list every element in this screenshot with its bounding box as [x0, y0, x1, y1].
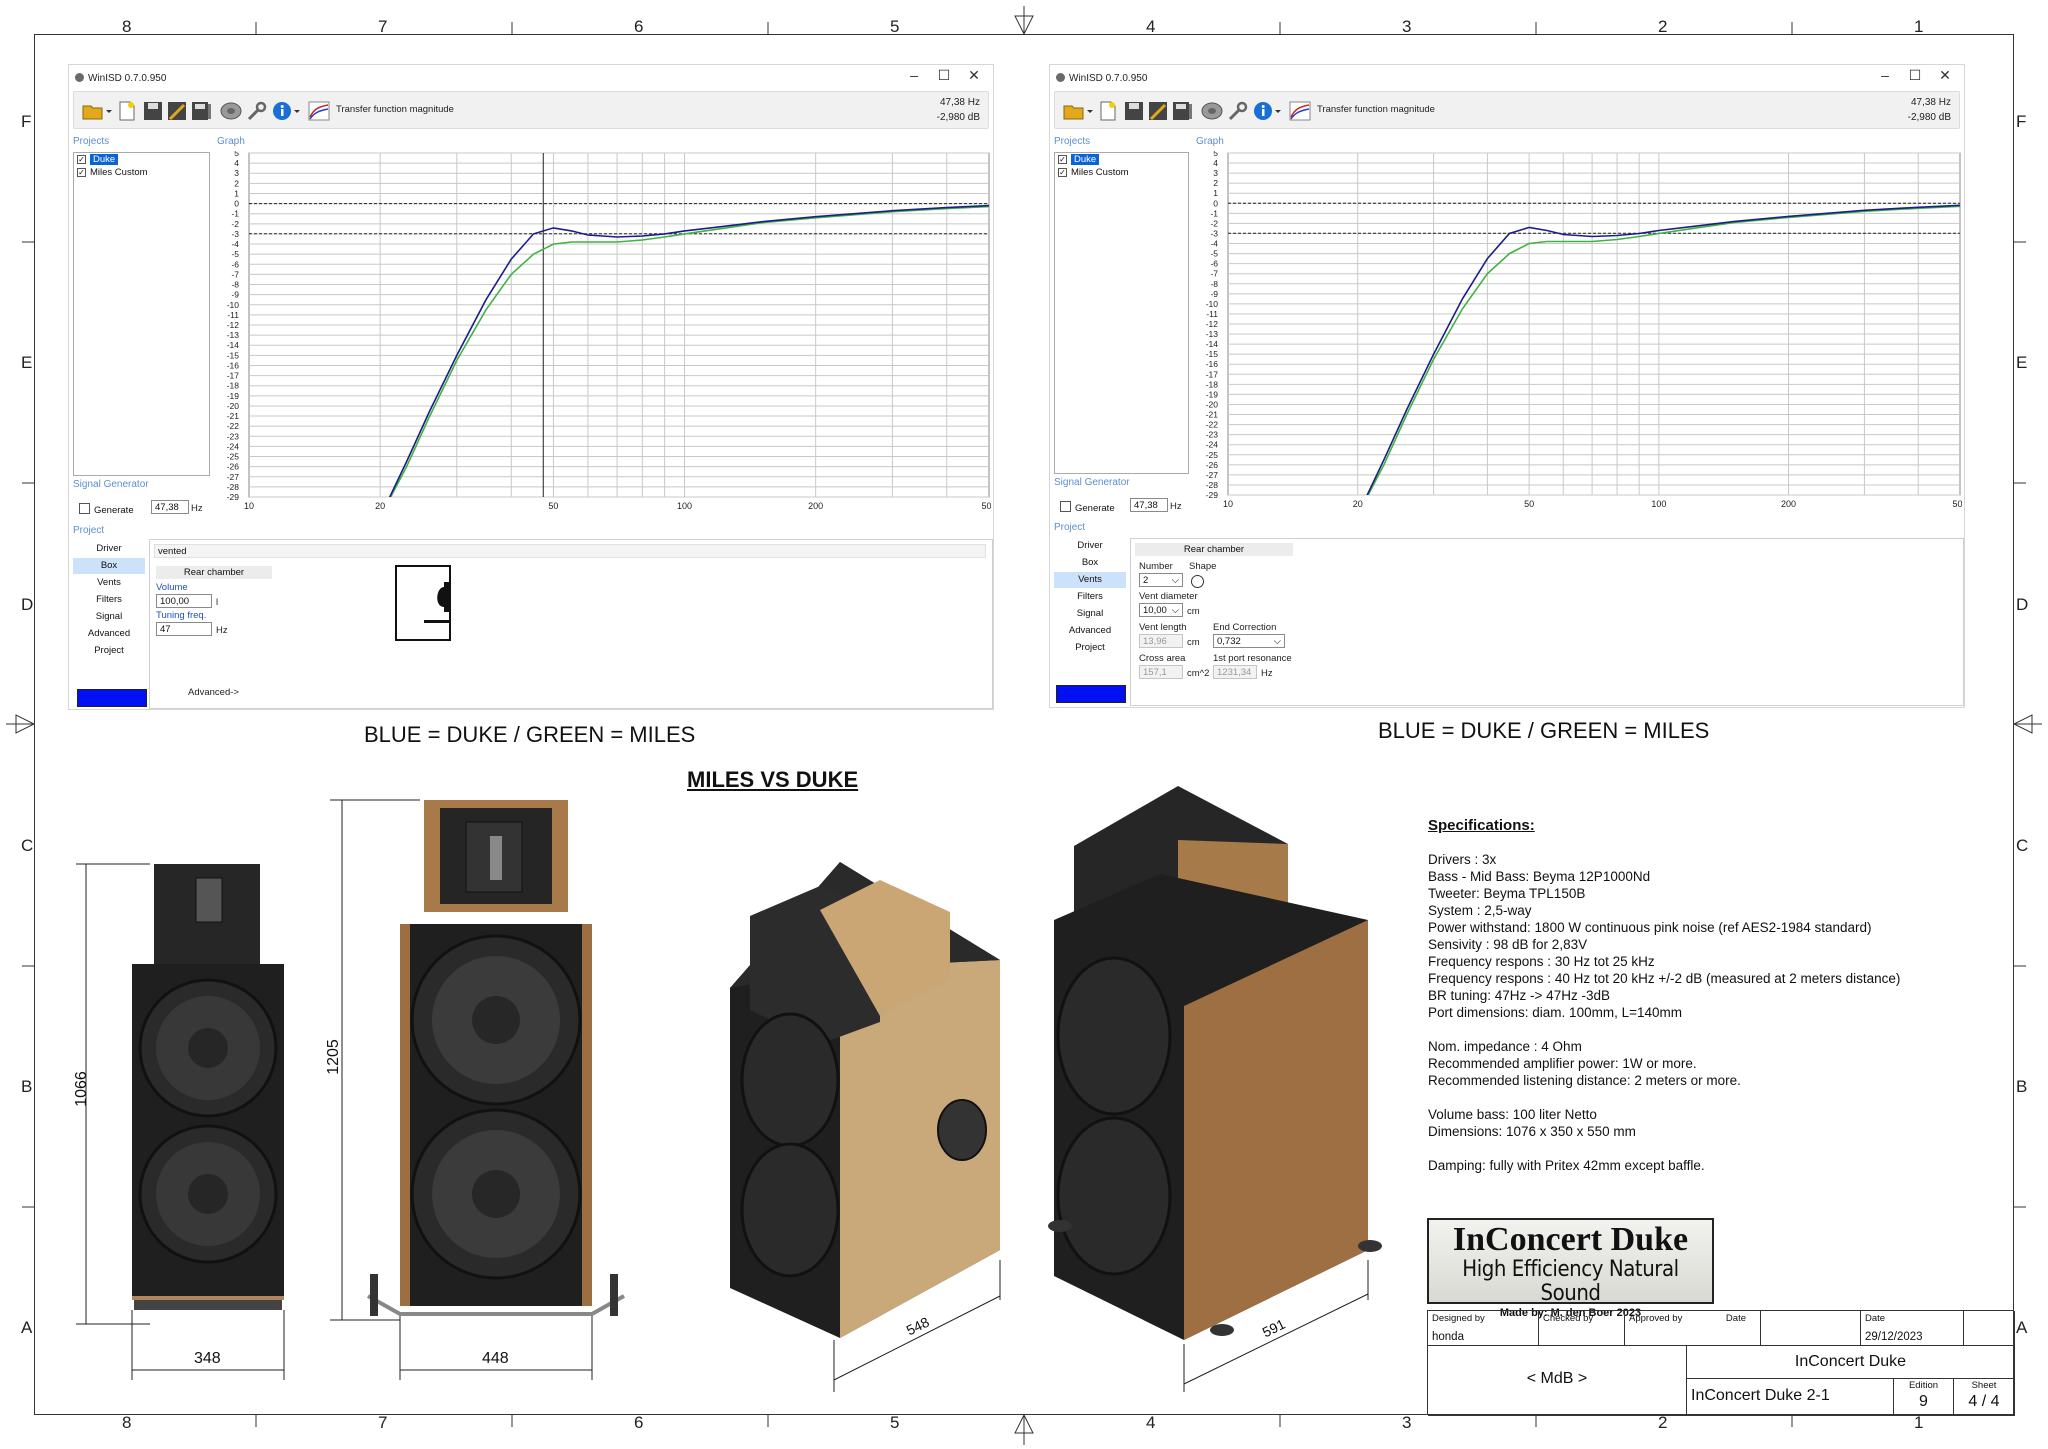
- x-tick-label: 50: [1524, 499, 1534, 509]
- title-block: Designed by honda Checked by Approved by…: [1427, 1310, 2015, 1416]
- x-tick-label: 200: [1781, 499, 1796, 509]
- duke-front-view: [367, 800, 625, 1316]
- drawing-subtitle-cell: InConcert Duke 2-1: [1687, 1379, 1894, 1416]
- spec-line: Frequency respons : 30 Hz tot 25 kHz: [1428, 954, 1655, 969]
- checked-by-cell: Checked by: [1539, 1311, 1625, 1346]
- designed-by-cell: Designed by honda: [1428, 1311, 1539, 1346]
- duke-iso-view: [1048, 786, 1382, 1340]
- spec-line: Port dimensions: diam. 100mm, L=140mm: [1428, 1005, 1682, 1020]
- spec-line: Volume bass: 100 liter Netto: [1428, 1107, 1597, 1122]
- spec-line: Bass - Mid Bass: Beyma 12P1000Nd: [1428, 869, 1651, 884]
- minimize-button[interactable]: –: [1870, 67, 1900, 83]
- blank-cell: [1761, 1311, 1861, 1346]
- miles-front-view: [132, 864, 284, 1310]
- spec-line: BR tuning: 47Hz -> 47Hz -3dB: [1428, 988, 1610, 1003]
- drawing-title-cell: InConcert Duke: [1687, 1346, 2015, 1379]
- spec-line: Tweeter: Beyma TPL150B: [1428, 886, 1586, 901]
- maximize-button[interactable]: ☐: [1900, 67, 1930, 84]
- cursor-readout: 47,38 Hz -2,980 dB: [1907, 97, 1951, 123]
- duke-width-dimension: 448: [482, 1350, 509, 1367]
- date-cell: Date 29/12/2023: [1861, 1311, 1964, 1346]
- spec-line: Recommended amplifier power: 1W or more.: [1428, 1056, 1697, 1071]
- miles-width-dimension: 348: [194, 1350, 221, 1367]
- blank-cell: [1964, 1311, 2015, 1346]
- spec-line: Damping: fully with Pritex 42mm except b…: [1428, 1158, 1705, 1173]
- logo-title: InConcert Duke: [1452, 1221, 1689, 1258]
- duke-height-dimension: 1205: [324, 1039, 342, 1075]
- sheet-cell: Sheet 4 / 4: [1954, 1379, 2015, 1416]
- spec-line: Power withstand: 1800 W continuous pink …: [1428, 920, 1872, 935]
- brand-logo: InConcert Duke High Efficiency Natural S…: [1427, 1218, 1714, 1319]
- edition-cell: Edition 9: [1894, 1379, 1954, 1416]
- spec-line: Drivers : 3x: [1428, 852, 1497, 867]
- specifications-heading: Specifications:: [1428, 817, 1535, 834]
- miles-height-dimension: 1066: [72, 1071, 90, 1107]
- approved-by-cell: Approved by Date: [1625, 1311, 1761, 1346]
- close-button[interactable]: ✕: [1930, 67, 1960, 84]
- spec-line: System : 2,5-way: [1428, 903, 1532, 918]
- spec-line: Dimensions: 1076 x 350 x 550 mm: [1428, 1124, 1636, 1139]
- specifications: Specifications: Drivers : 3x Bass - Mid …: [1428, 817, 1988, 1174]
- spec-line: Nom. impedance : 4 Ohm: [1428, 1039, 1582, 1054]
- logo-tagline: High Efficiency Natural Sound: [1462, 1257, 1679, 1306]
- x-tick-label: 500: [1952, 499, 1962, 509]
- spec-line: Frequency respons : 40 Hz tot 20 kHz +/-…: [1428, 971, 1901, 986]
- author-cell: < MdB >: [1428, 1346, 1687, 1416]
- spec-line: Sensivity : 98 dB for 2,83V: [1428, 937, 1588, 952]
- legend-caption-right: BLUE = DUKE / GREEN = MILES: [1378, 718, 1710, 743]
- spec-line: Recommended listening distance: 2 meters…: [1428, 1073, 1741, 1088]
- miles-iso-view: [730, 862, 1000, 1338]
- x-tick-label: 100: [1651, 499, 1666, 509]
- speaker-renderings: [76, 786, 1382, 1392]
